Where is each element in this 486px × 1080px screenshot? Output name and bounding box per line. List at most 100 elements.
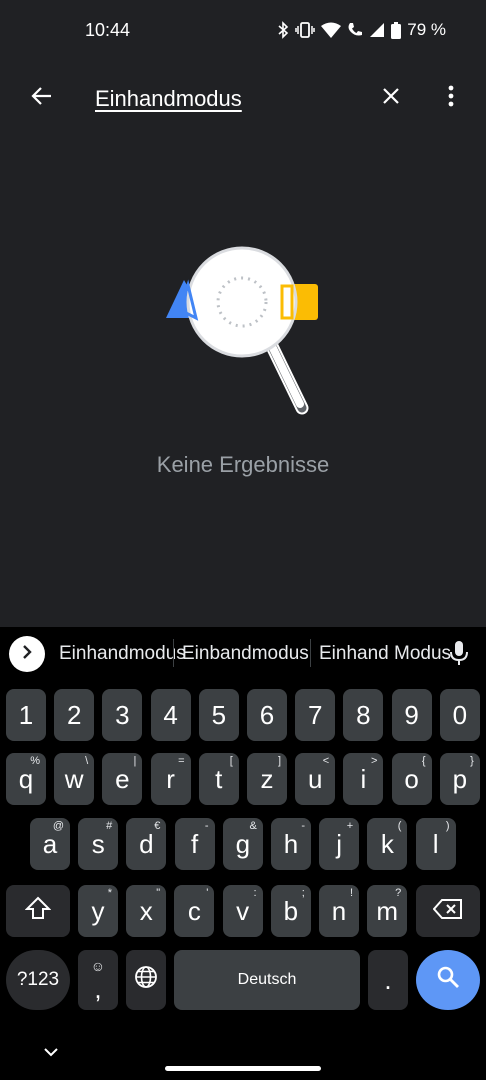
key-9[interactable]: 9 — [391, 689, 432, 741]
gesture-home-bar[interactable] — [165, 1066, 321, 1071]
key-i[interactable]: > i — [343, 753, 384, 805]
key-label: i — [360, 763, 367, 794]
key-label: b — [283, 895, 299, 926]
suggestion-1[interactable]: Einhandmodus — [59, 643, 186, 665]
shift-key[interactable] — [6, 885, 70, 937]
key-v[interactable]: :v — [222, 885, 263, 937]
wifi-icon — [321, 22, 342, 38]
key-s[interactable]: # s — [78, 818, 119, 870]
voice-input-button[interactable] — [446, 639, 472, 671]
back-button[interactable] — [22, 78, 62, 118]
key-hint: + — [346, 820, 354, 832]
key-label: h — [283, 828, 299, 859]
key-p[interactable]: } p — [439, 753, 480, 805]
suggestion-3[interactable]: Einhand Modus — [319, 643, 451, 665]
key-label: p — [452, 763, 468, 794]
key-j[interactable]: + j — [319, 818, 360, 870]
battery-percent: 79 % — [407, 20, 446, 39]
key-x[interactable]: " x — [126, 885, 167, 937]
key-t[interactable]: [t — [198, 753, 239, 805]
key-d[interactable]: € d — [126, 818, 167, 870]
key-l[interactable]: ) l — [415, 818, 456, 870]
vibrate-icon — [295, 22, 315, 38]
key-o[interactable]: {o — [391, 753, 432, 805]
search-key[interactable] — [416, 950, 480, 1010]
status-time: 10:44 — [85, 20, 131, 40]
space-key[interactable]: Deutsch — [174, 950, 360, 1010]
key-hint: - — [301, 820, 305, 832]
key-label: t — [215, 763, 223, 794]
symbols-key[interactable]: ?123 — [6, 950, 70, 1010]
key-5[interactable]: 5 — [198, 689, 239, 741]
key-hint: - — [204, 820, 209, 832]
language-key[interactable] — [126, 950, 166, 1010]
key-f[interactable]: -f — [174, 818, 215, 870]
key-4[interactable]: 4 — [150, 689, 191, 741]
suggestion-2[interactable]: Einbandmodus — [182, 643, 309, 665]
key-label: j — [336, 828, 343, 859]
key-m[interactable]: ? m — [367, 885, 408, 937]
key-2[interactable]: 2 — [54, 689, 95, 741]
period-key[interactable]: . — [368, 950, 408, 1010]
key-0[interactable]: 0 — [439, 689, 480, 741]
key-hint: # — [106, 820, 113, 832]
chevron-right-icon — [21, 644, 33, 664]
status-bar: 10:44 79 % — [0, 0, 486, 62]
battery-icon — [391, 21, 402, 39]
more-vert-icon — [448, 85, 454, 112]
key-h[interactable]: -h — [271, 818, 311, 870]
key-u[interactable]: < u — [295, 753, 336, 805]
chevron-down-icon — [42, 1048, 60, 1065]
call-icon — [347, 22, 363, 38]
key-w[interactable]: \ w — [54, 753, 95, 805]
search-input[interactable]: Einhandmodus — [95, 86, 242, 112]
key-label: m — [376, 895, 399, 926]
key-label: v — [236, 895, 250, 926]
emoji-icon: ☺ — [90, 958, 105, 974]
backspace-key[interactable] — [416, 885, 480, 937]
suggestion-divider — [310, 639, 311, 667]
close-icon — [382, 87, 400, 110]
more-options-button[interactable] — [431, 78, 471, 118]
key-label: g — [235, 828, 251, 859]
key-label: k — [380, 828, 394, 859]
key-hint: & — [249, 820, 257, 832]
key-8[interactable]: 8 — [343, 689, 384, 741]
key-e[interactable]: | e — [102, 753, 143, 805]
key-label: u — [307, 763, 323, 794]
key-z[interactable]: ] z — [247, 753, 287, 805]
key-label: r — [166, 763, 175, 794]
key-3[interactable]: 3 — [102, 689, 143, 741]
key-hint: ? — [395, 887, 402, 899]
key-a[interactable]: @ a — [30, 818, 70, 870]
key-label: 5 — [211, 699, 227, 730]
key-y[interactable]: * y — [78, 885, 118, 937]
key-label: e — [115, 763, 130, 794]
comma-label: , — [94, 973, 102, 1004]
key-label: 9 — [404, 699, 419, 730]
key-hint: \ — [85, 755, 89, 767]
key-q[interactable]: % q — [6, 753, 46, 805]
expand-toolbar-button[interactable] — [9, 636, 45, 672]
key-c[interactable]: ' c — [174, 885, 215, 937]
clear-search-button[interactable] — [371, 78, 411, 118]
key-g[interactable]: & g — [222, 818, 263, 870]
key-1[interactable]: 1 — [6, 689, 46, 741]
key-k[interactable]: (k — [367, 818, 408, 870]
search-app-bar: Einhandmodus — [0, 62, 486, 136]
key-b[interactable]: ; b — [270, 885, 311, 937]
key-6[interactable]: 6 — [247, 689, 287, 741]
key-hint: % — [30, 755, 40, 767]
key-r[interactable]: = r — [150, 753, 191, 805]
key-label: 7 — [307, 699, 323, 730]
key-label: 0 — [452, 699, 468, 730]
hide-keyboard-button[interactable] — [42, 1043, 60, 1061]
bluetooth-icon — [277, 21, 289, 39]
key-hint: ) — [445, 820, 450, 832]
key-hint: [ — [229, 755, 233, 767]
shift-icon — [24, 896, 52, 927]
key-n[interactable]: ! n — [319, 885, 359, 937]
comma-key[interactable]: ☺ , — [78, 950, 118, 1010]
key-hint: | — [133, 755, 137, 767]
key-7[interactable]: 7 — [295, 689, 336, 741]
